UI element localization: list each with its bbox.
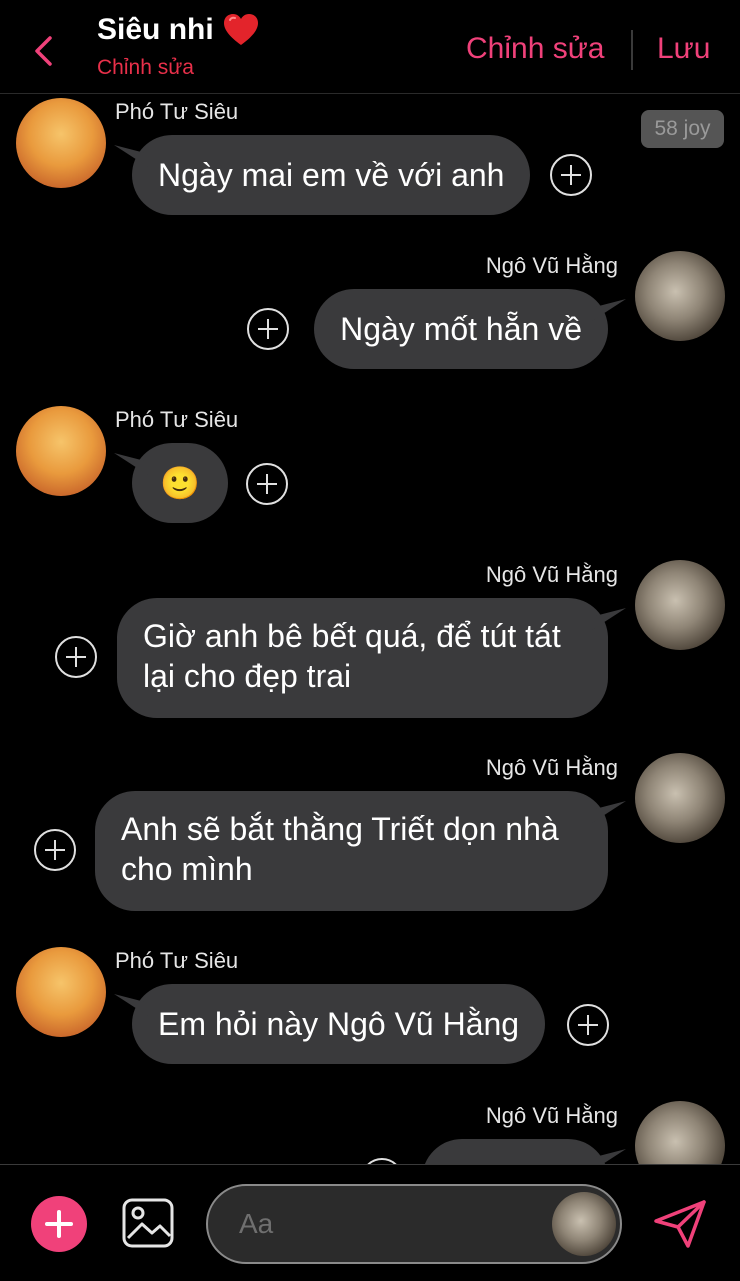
message-bubble[interactable]: Ngày mai em về với anh [132,135,531,215]
message-bubble[interactable]: Anh sẽ bắt thằng Triết dọn nhà cho mình [95,791,608,911]
sender-name: Ngô Vũ Hằng [485,755,618,780]
edit-button[interactable]: Chỉnh sửa [466,32,605,66]
sender-name: Ngô Vũ Hằng [485,562,618,587]
avatar-ngo-vu-hang[interactable] [635,560,725,650]
message-list[interactable]: 58 joy Phó Tư Siêu Ngày mai em về với an… [0,95,740,1164]
message-input[interactable]: Aa [206,1184,622,1264]
sender-name: Phó Tư Siêu [115,99,239,124]
heart-icon [223,14,258,45]
avatar-pho-tu-sieu[interactable] [16,98,106,188]
joy-badge: 58 joy [641,110,724,148]
send-icon[interactable] [652,1199,708,1249]
add-attachment-button[interactable] [31,1196,87,1252]
chat-title-text: Siêu nhi [97,13,214,46]
message-bubble[interactable]: Em hỏi này Ngô Vũ Hằng [132,984,546,1064]
message-bubble[interactable]: Ngày mốt hẵn về [314,289,608,369]
save-button[interactable]: Lưu [657,32,710,66]
back-chevron-icon[interactable] [30,34,58,68]
avatar-pho-tu-sieu[interactable] [16,947,106,1037]
add-reaction-icon[interactable] [34,829,76,871]
sender-name: Phó Tư Siêu [115,407,239,432]
add-reaction-icon[interactable] [246,463,288,505]
header-divider [631,30,633,70]
avatar-ngo-vu-hang[interactable] [635,753,725,843]
sender-avatar[interactable] [552,1192,616,1256]
avatar-pho-tu-sieu[interactable] [16,406,106,496]
avatar-ngo-vu-hang[interactable] [635,251,725,341]
add-reaction-icon[interactable] [550,154,592,196]
image-icon[interactable] [122,1198,174,1248]
chat-subtitle[interactable]: Chỉnh sửa [97,56,260,80]
message-bubble[interactable]: 🙂 [132,443,228,523]
message-placeholder: Aa [239,1208,274,1239]
chat-title: Siêu nhi [97,12,260,48]
message-bubble[interactable] [422,1139,608,1164]
sender-name: Ngô Vũ Hằng [485,253,618,278]
chat-header: Siêu nhi Chỉnh sửa Chỉnh sửa Lưu [0,0,740,94]
avatar-ngo-vu-hang[interactable] [635,1101,725,1164]
add-reaction-icon[interactable] [567,1004,609,1046]
sender-name: Phó Tư Siêu [115,948,239,973]
title-block: Siêu nhi Chỉnh sửa [97,12,260,80]
message-bubble[interactable]: Giờ anh bê bết quá, để tút tát lại cho đ… [117,598,608,718]
add-reaction-icon[interactable] [55,636,97,678]
composer-bar: Aa [0,1164,740,1281]
add-reaction-icon[interactable] [247,308,289,350]
sender-name: Ngô Vũ Hằng [485,1103,618,1128]
